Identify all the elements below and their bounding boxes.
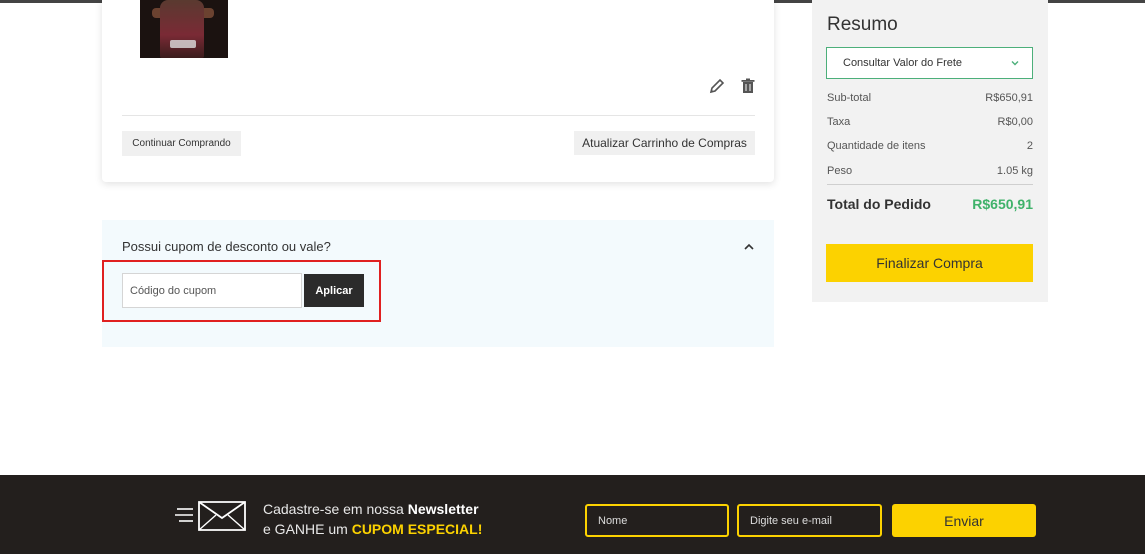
summary-row-label: Quantidade de itens: [827, 140, 926, 152]
newsletter-name-input[interactable]: [585, 504, 729, 537]
chevron-up-icon[interactable]: [742, 240, 756, 254]
checkout-button[interactable]: Finalizar Compra: [826, 244, 1033, 282]
summary-row-value: R$0,00: [997, 116, 1033, 128]
continue-shopping-button[interactable]: Continuar Comprando: [122, 131, 241, 156]
newsletter-bold: Newsletter: [407, 501, 479, 517]
order-total-value: R$650,91: [972, 196, 1033, 212]
summary-title: Resumo: [827, 14, 898, 35]
coupon-section: Possui cupom de desconto ou vale? Aplica…: [102, 220, 774, 347]
summary-row-label: Peso: [827, 165, 853, 177]
cart-card: Continuar Comprando Atualizar Carrinho d…: [102, 0, 774, 182]
shipping-label: Consultar Valor do Frete: [843, 57, 963, 69]
pencil-icon[interactable]: [708, 77, 726, 95]
summary-row-tax: Taxa R$0,00: [827, 116, 1033, 130]
newsletter-highlight: CUPOM ESPECIAL!: [351, 521, 483, 537]
card-divider: [122, 115, 755, 116]
newsletter-footer: Cadastre-se em nossa Newsletter e GANHE …: [0, 475, 1145, 554]
newsletter-line1: Cadastre-se em nossa: [263, 501, 408, 517]
coupon-code-input[interactable]: [122, 273, 302, 308]
summary-row-label: Taxa: [827, 116, 851, 128]
update-cart-button[interactable]: Atualizar Carrinho de Compras: [574, 131, 755, 155]
summary-row-label: Sub-total: [827, 92, 872, 104]
order-summary: Resumo Consultar Valor do Frete Sub-tota…: [812, 0, 1048, 302]
chevron-down-icon: [1011, 61, 1019, 66]
envelope-icon: [175, 501, 246, 531]
shipping-calculator-dropdown[interactable]: Consultar Valor do Frete: [826, 47, 1033, 79]
summary-row-value: 1.05 kg: [996, 165, 1033, 177]
summary-row-weight: Peso 1.05 kg: [827, 165, 1033, 179]
newsletter-line2: e GANHE um: [263, 521, 352, 537]
newsletter-send-button[interactable]: Enviar: [892, 504, 1036, 537]
newsletter-text: Cadastre-se em nossa Newsletter e GANHE …: [263, 499, 482, 539]
newsletter-email-input[interactable]: [737, 504, 882, 537]
apply-coupon-button[interactable]: Aplicar: [304, 274, 364, 307]
summary-divider: [827, 184, 1033, 185]
summary-row-subtotal: Sub-total R$650,91: [827, 92, 1033, 106]
summary-row-value: R$650,91: [985, 92, 1033, 104]
trash-icon[interactable]: [739, 77, 757, 95]
product-image[interactable]: [140, 0, 228, 58]
order-total-label: Total do Pedido: [827, 196, 931, 212]
summary-row-quantity: Quantidade de itens 2: [827, 140, 1033, 154]
coupon-title[interactable]: Possui cupom de desconto ou vale?: [122, 239, 331, 254]
summary-row-value: 2: [1026, 140, 1033, 152]
